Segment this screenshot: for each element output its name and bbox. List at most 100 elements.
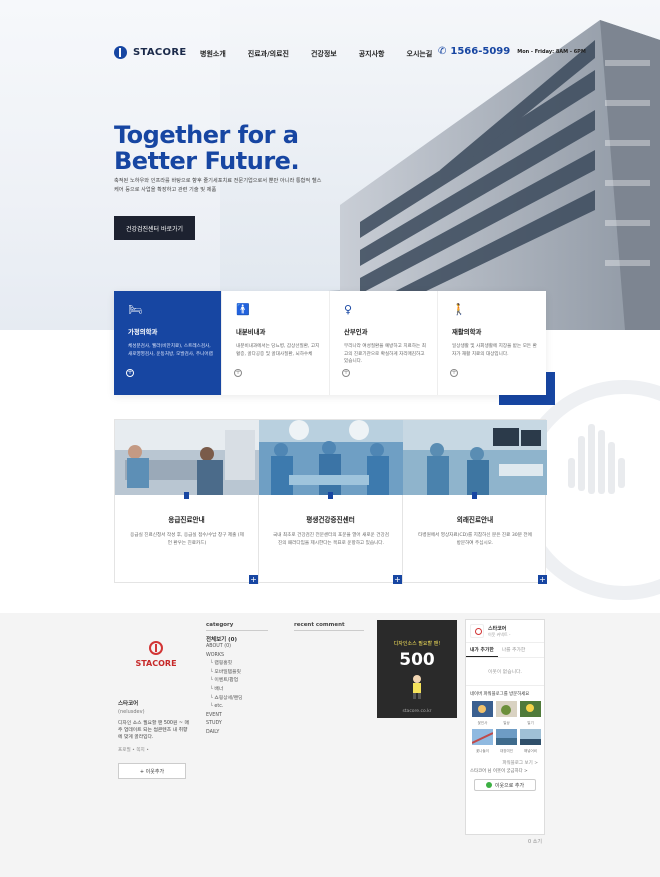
menu-item-notice[interactable]: 공지사항 (359, 49, 385, 59)
category-item[interactable]: ABOUT (0) (206, 643, 286, 652)
decorative-hand-graphic (568, 424, 625, 494)
phone-icon: ✆ (438, 46, 447, 57)
center-cards: 응급진료안내 응급실 진료신청서 작성 후, 응급실 접수/수납 창구 제출 (… (114, 419, 547, 584)
profile-intro: 디자인 소스 필요할 땐 500원 ~ 매주 업데이트 되는 썸콘텐츠 내 취향… (118, 721, 189, 740)
category-subitem[interactable]: 쇼핑상세/랜딩 (206, 695, 286, 704)
walk-icon: 🚶 (452, 303, 466, 316)
plus-icon[interactable]: + (249, 575, 258, 584)
emergency-photo (115, 420, 259, 495)
ad-tagline: 디자인소스 필요할 땐! (393, 641, 441, 647)
recent-comment-heading: recent comment (294, 622, 364, 631)
phone-contact[interactable]: ✆ 1566-5099 Mon - Friday: 8AM - 6PM (438, 46, 586, 57)
category-subitem[interactable]: 모바일템플릿 (206, 669, 286, 678)
menu-item-about[interactable]: 병원소개 (200, 49, 226, 59)
thumb-item[interactable]: 일상 (496, 701, 517, 726)
profile-logo-text: STACORE (135, 659, 177, 668)
thumb-item[interactable]: 꽃인사 (472, 701, 493, 726)
neighbor-owner-name: 스타코어 (488, 625, 507, 632)
department-card-endocrinology[interactable]: 🚹 내분비내과 내분비내과에서는 당뇨병, 갑상선질환, 고지혈증, 골다공증 … (222, 291, 330, 395)
neighbor-connect[interactable]: 이웃 커넥트 - (488, 632, 510, 638)
category-subitem[interactable]: etc. (206, 703, 286, 712)
card-desc: 내분비내과에서는 당뇨병, 갑상선질환, 고지혈증, 골다공증 및 골대사질환,… (236, 344, 320, 357)
add-as-neighbor-label: 이웃으로 추가 (494, 782, 525, 789)
logo[interactable]: STACORE (114, 46, 186, 59)
category-subitem[interactable]: 배너 (206, 686, 286, 695)
person-icon: 🚹 (236, 303, 250, 316)
blog-footer (0, 613, 660, 877)
ad-url: stacore.co.kr (402, 709, 432, 714)
power-blog-heading: 네이버 파워블로그를 방문하세요 (470, 692, 530, 697)
plus-circle-icon[interactable]: + (450, 369, 458, 377)
thumb-caption: 일기 (527, 721, 534, 725)
neighbor-widget-header: 스타코어 이웃 커넥트 - (466, 620, 544, 643)
category-widget: category 전체보기 (0) ABOUT (0) WORKS 랩핑홈힛 모… (206, 622, 286, 738)
center-card-outpatient[interactable]: 외래진료안내 타병원에서 영상자료(CD)를 지참하신 분은 진료 30분 전에… (403, 420, 547, 584)
power-blog-more-link[interactable]: 파워블로그 보기 > (466, 756, 544, 766)
menu-item-directions[interactable]: 오시는길 (407, 49, 433, 59)
center-title: 평생건강증진센터 (306, 516, 355, 524)
center-notch (328, 492, 333, 499)
hero-headline: Together for a Better Future. (114, 121, 300, 175)
center-card-health-promotion[interactable]: 평생건강증진센터 국내 최초로 건강검진 전문센터의 포문을 열어 새로운 건강… (259, 420, 403, 584)
plus-icon[interactable]: + (538, 575, 547, 584)
thumb-item[interactable]: 대장미인 (496, 729, 517, 754)
thumb-caption: 꽃나들이 (476, 749, 489, 753)
department-card-family-medicine[interactable]: 🛏 가정의학과 체성분검사, 웰라(비만치료), 스트레스검사, 새로영영검사,… (114, 291, 222, 395)
avatar (470, 624, 484, 638)
pregnant-icon: ♀ (344, 303, 353, 316)
thumb-image (520, 701, 541, 717)
power-blog-thumbs: 꽃인사 일상 일기 꽃나들이 대장미인 해넣어비 (466, 699, 544, 756)
profile-nickname: 스타코어 (118, 701, 139, 707)
plus-circle-icon[interactable]: + (342, 369, 350, 377)
ad-number: 500 (399, 650, 435, 670)
tab-added-by-me[interactable]: 내가 추가한 (466, 643, 498, 657)
profile-logo[interactable]: STACORE (131, 641, 181, 668)
card-desc: 무리나라 여성질환을 예방하고 치료하는 최고의 진료기관으로 확실하게 자리매… (344, 344, 426, 364)
tab-added-me[interactable]: 나를 추가한 (498, 643, 530, 657)
hero-section: STACORE 병원소개 진료과/의료진 건강정보 공지사항 오시는길 ✆ 15… (0, 0, 660, 330)
bed-icon: 🛏 (128, 303, 142, 316)
add-neighbor-button[interactable]: + 이웃추가 (118, 763, 186, 779)
category-subitem[interactable]: 랩핑홈힛 (206, 660, 286, 669)
category-heading: category (206, 622, 268, 631)
menu-item-departments[interactable]: 진료과/의료진 (248, 49, 289, 59)
thumb-item[interactable]: 꽃나들이 (471, 729, 494, 754)
department-card-obstetrics[interactable]: ♀ 산부인과 무리나라 여성질환을 예방하고 치료하는 최고의 진료기관으로 확… (330, 291, 438, 395)
recent-comment-widget: recent comment (294, 622, 364, 631)
thumb-item[interactable]: 일기 (520, 701, 541, 726)
card-title: 산부인과 (344, 328, 368, 336)
profile-links[interactable]: 프로필 • 쪽지 • (118, 747, 149, 753)
add-as-neighbor-button[interactable]: 이웃으로 추가 (474, 779, 536, 791)
center-card-emergency[interactable]: 응급진료안내 응급실 진료신청서 작성 후, 응급실 접수/수납 창구 제출 (… (115, 420, 259, 584)
department-card-rehabilitation[interactable]: 🚶 재활의학과 일상생활 및 사회생활에 지장을 받는 모든 환자가 재활 치료… (438, 291, 546, 395)
thumb-caption: 일상 (503, 721, 510, 725)
profile-id: (nelusdev) (118, 709, 145, 715)
plus-circle-icon[interactable]: + (126, 369, 134, 377)
neighbor-tabs: 내가 추가한 나를 추가한 (466, 643, 544, 658)
center-notch (184, 492, 189, 499)
category-item[interactable]: DAILY (206, 729, 286, 738)
character-icon (413, 675, 421, 699)
card-title: 재활의학과 (452, 328, 482, 336)
category-subitem[interactable]: 이벤트/팝업 (206, 677, 286, 686)
thumb-item[interactable]: 해넣어비 (520, 729, 541, 754)
thumb-image (472, 701, 493, 717)
category-item[interactable]: WORKS (206, 652, 286, 661)
thumb-caption: 꽃인사 (477, 721, 488, 725)
card-desc: 일상생활 및 사회생활에 지장을 받는 모든 환자가 재활 치료의 대상입니다. (452, 344, 537, 357)
main-menu: 병원소개 진료과/의료진 건강정보 공지사항 오시는길 (200, 49, 454, 59)
stacore-logo-icon (149, 641, 163, 655)
category-item[interactable]: STUDY (206, 720, 286, 729)
menu-item-health-info[interactable]: 건강정보 (311, 49, 337, 59)
ad-banner[interactable]: 디자인소스 필요할 땐! 500 stacore.co.kr (377, 620, 457, 718)
plus-icon[interactable]: + (393, 575, 402, 584)
category-item[interactable]: EVENT (206, 712, 286, 721)
checkup-center-button[interactable]: 건강검진센터 바로가기 (114, 216, 195, 240)
neighbor-footer-link[interactable]: 스타코어 님 이웃이 궁금하다 > (466, 766, 544, 776)
plus-circle-icon[interactable]: + (234, 369, 242, 377)
operating-room-photo (403, 420, 547, 495)
center-desc: 국내 최초로 건강검진 전문센터의 포문을 열어 새로운 건강검진의 패러다임을… (273, 533, 389, 546)
category-all[interactable]: 전체보기 (0) (206, 635, 286, 643)
empty-message: 이웃이 없습니다. (466, 658, 544, 686)
card-title: 내분비내과 (236, 328, 266, 336)
